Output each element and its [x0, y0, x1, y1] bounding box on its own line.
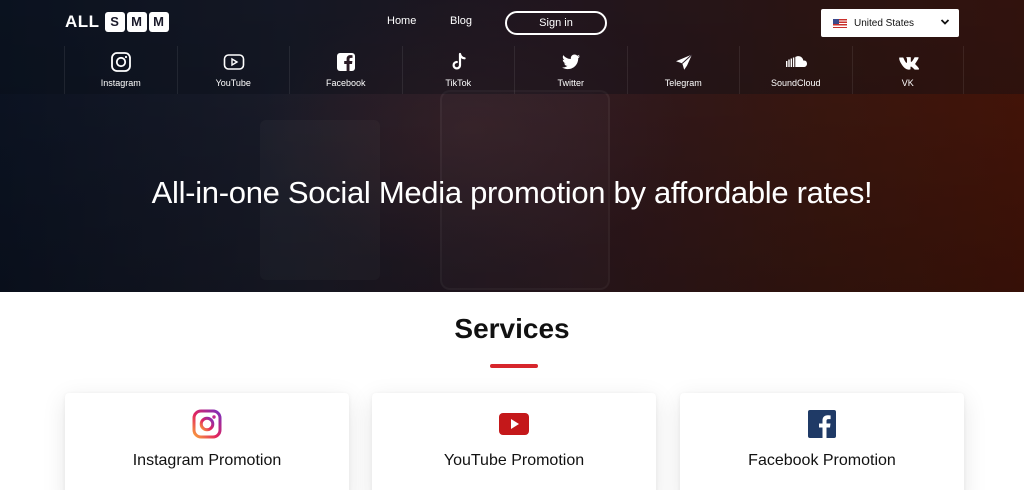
nav-home-link[interactable]: Home [387, 15, 416, 27]
social-nav-twitter[interactable]: Twitter [514, 46, 627, 94]
service-card-title: Facebook Promotion [748, 452, 896, 469]
social-nav-label: Instagram [100, 78, 141, 88]
social-nav-label: SoundCloud [770, 78, 821, 88]
logo-letter: S [104, 12, 125, 32]
nav-blog-link[interactable]: Blog [450, 15, 472, 27]
social-nav-telegram[interactable]: Telegram [626, 46, 740, 94]
service-card-instagram[interactable]: Instagram Promotion [65, 393, 349, 490]
service-card-title: Instagram Promotion [132, 452, 282, 469]
service-card-facebook[interactable]: Facebook Promotion [680, 393, 964, 490]
social-network-nav: Instagram YouTube Facebook TikTok Twitte… [64, 46, 964, 94]
soundcloud-icon [786, 56, 807, 67]
youtube-color-icon [499, 413, 529, 435]
social-nav-facebook[interactable]: Facebook [289, 46, 402, 94]
services-heading: Services [454, 313, 570, 344]
vk-icon [898, 57, 919, 70]
logo-letter: M [148, 12, 169, 32]
services-heading-underline [490, 364, 538, 368]
hero-title: All-in-one Social Media promotion by aff… [151, 175, 873, 210]
service-card-youtube[interactable]: YouTube Promotion [372, 393, 656, 490]
social-nav-soundcloud[interactable]: SoundCloud [739, 46, 852, 94]
social-nav-tiktok[interactable]: TikTok [401, 46, 515, 94]
tiktok-icon [452, 52, 466, 70]
twitter-icon [562, 54, 580, 70]
youtube-icon [223, 54, 244, 70]
social-nav-label: Telegram [664, 78, 702, 88]
logo-text: ALL [65, 12, 100, 31]
instagram-icon [111, 52, 131, 72]
chevron-down-icon [940, 19, 950, 25]
facebook-icon [337, 53, 355, 71]
instagram-color-icon [192, 409, 222, 439]
service-card-title: YouTube Promotion [443, 452, 585, 469]
hero-banner: ALL S M M Home Blog Sign in United State… [0, 0, 1024, 292]
site-logo[interactable]: ALL S M M [65, 12, 169, 32]
social-nav-youtube[interactable]: YouTube [176, 46, 290, 94]
social-nav-vk[interactable]: VK [851, 46, 964, 94]
country-label: United States [854, 17, 915, 29]
signin-button[interactable]: Sign in [505, 11, 607, 35]
facebook-color-icon [808, 410, 836, 438]
social-nav-label: YouTube [215, 78, 251, 88]
social-nav-instagram[interactable]: Instagram [64, 46, 177, 94]
social-nav-label: Facebook [325, 78, 366, 88]
social-nav-label: Twitter [557, 78, 584, 88]
country-selector[interactable]: United States [821, 9, 959, 37]
social-nav-label: TikTok [445, 78, 472, 88]
logo-letter: M [126, 12, 147, 32]
telegram-icon [675, 54, 692, 70]
us-flag-icon [833, 18, 847, 28]
social-nav-label: VK [901, 78, 914, 88]
